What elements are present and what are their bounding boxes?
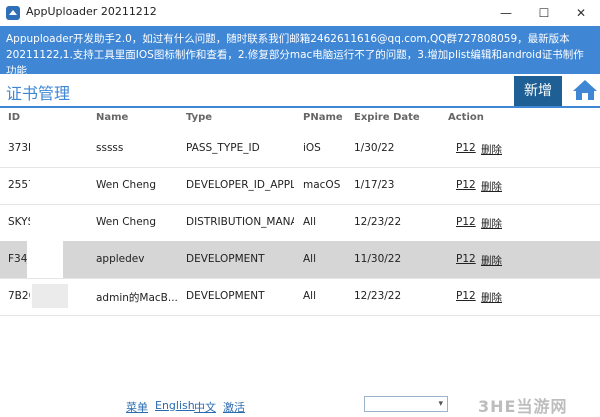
column-header-type: Type	[186, 112, 213, 123]
cell-pname: All	[303, 216, 317, 228]
cell-expire-date: 1/30/22	[354, 142, 395, 154]
p12-link[interactable]: P12	[456, 290, 476, 302]
cell-type: DEVELOPMENT	[186, 290, 265, 302]
delete-link[interactable]: 删除	[481, 290, 502, 305]
cell-type: DEVELOPER_ID_APPLI...	[186, 179, 294, 191]
table-row[interactable]: 373F sssss PASS_TYPE_ID iOS 1/30/22 P12 …	[0, 130, 600, 168]
table-row[interactable]: 7B264 admin的MacB... DEVELOPMENT All 12/2…	[0, 278, 600, 316]
table-row[interactable]: SKYS Wen Cheng DISTRIBUTION_MANA... All …	[0, 204, 600, 242]
footer-link-english[interactable]: English	[155, 399, 195, 412]
cell-expire-date: 11/30/22	[354, 253, 402, 265]
cell-name: sssss	[96, 142, 124, 154]
p12-link[interactable]: P12	[456, 179, 476, 191]
page-title: 证书管理	[6, 84, 71, 103]
cell-id: 373F	[8, 142, 30, 154]
cell-id: 7B264	[8, 290, 30, 302]
delete-link[interactable]: 删除	[481, 253, 502, 268]
column-header-action: Action	[448, 112, 484, 123]
redacted-region	[27, 241, 63, 278]
minimize-button[interactable]: —	[487, 0, 525, 26]
footer-link-activate[interactable]: 激活	[223, 399, 245, 415]
p12-link[interactable]: P12	[456, 253, 476, 265]
cell-pname: macOS	[303, 179, 341, 191]
maximize-button[interactable]: ☐	[525, 0, 563, 26]
table-header: ID Name Type PName Expire Date Action	[0, 108, 600, 130]
delete-link[interactable]: 删除	[481, 142, 502, 157]
p12-link[interactable]: P12	[456, 216, 476, 228]
chevron-down-icon: ▾	[438, 399, 443, 409]
column-header-id: ID	[8, 112, 21, 123]
cell-type: DEVELOPMENT	[186, 253, 265, 265]
cell-type: DISTRIBUTION_MANA...	[186, 216, 294, 228]
delete-link[interactable]: 删除	[481, 179, 502, 194]
column-header-expire-date: Expire Date	[354, 112, 420, 123]
home-icon[interactable]	[572, 79, 598, 101]
announcement-banner: Appuploader开发助手2.0，如过有什么问题，随时联系我们邮箱24626…	[0, 26, 600, 74]
close-button[interactable]: ✕	[562, 0, 600, 26]
title-bar: AppUploader 20211212 — ☐ ✕	[0, 0, 600, 27]
cell-id: SKYS	[8, 216, 30, 228]
cell-pname: iOS	[303, 142, 321, 154]
footer-dropdown[interactable]: ▾	[364, 396, 448, 412]
redacted-region	[32, 284, 68, 308]
column-header-pname: PName	[303, 112, 343, 123]
cell-expire-date: 12/23/22	[354, 290, 402, 302]
window-title: AppUploader 20211212	[26, 5, 157, 18]
cell-expire-date: 1/17/23	[354, 179, 395, 191]
cell-pname: All	[303, 290, 317, 302]
cell-name: Wen Cheng	[96, 216, 156, 228]
column-header-name: Name	[96, 112, 129, 123]
cell-name: appledev	[96, 253, 145, 265]
footer-link-chinese[interactable]: 中文	[194, 399, 216, 415]
cell-name: Wen Cheng	[96, 179, 156, 191]
app-logo-icon	[6, 6, 20, 20]
table-row-selected[interactable]: F34J appledev DEVELOPMENT All 11/30/22 P…	[0, 241, 600, 279]
footer-link-menu[interactable]: 菜单	[126, 399, 148, 415]
cell-pname: All	[303, 253, 317, 265]
table-row[interactable]: 2557 Wen Cheng DEVELOPER_ID_APPLI... mac…	[0, 167, 600, 205]
p12-link[interactable]: P12	[456, 142, 476, 154]
cell-id: 2557	[8, 179, 30, 191]
cell-type: PASS_TYPE_ID	[186, 142, 260, 154]
add-certificate-button[interactable]: 新增	[514, 76, 562, 106]
delete-link[interactable]: 删除	[481, 216, 502, 231]
cell-expire-date: 12/23/22	[354, 216, 402, 228]
cell-name: admin的MacB...	[96, 292, 178, 304]
watermark-logo: 3HE当游网	[478, 397, 568, 416]
